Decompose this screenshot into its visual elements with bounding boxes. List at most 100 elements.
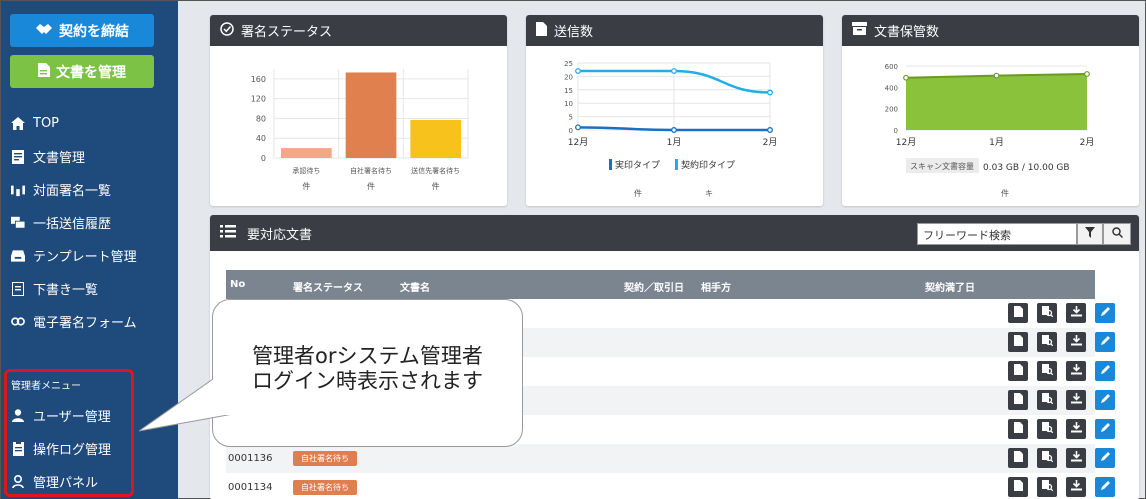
view-document-button[interactable] [1008,303,1028,323]
nav-item-bulk-send[interactable]: 一括送信履歴 [1,206,178,239]
preview-button[interactable] [1037,419,1057,439]
column-header: No [230,279,246,290]
legend-swatch [675,159,678,170]
main-nav: TOP 文書管理 対面署名一覧 一括送信履歴 テンプレート管理 下書き一覧 電子… [1,107,178,338]
sign-button[interactable] [1095,303,1115,323]
sign-button[interactable] [1095,477,1115,497]
sign-button[interactable] [1095,332,1115,352]
nav-item-template[interactable]: テンプレート管理 [1,239,178,272]
column-header: 契約／取引日 [624,283,684,294]
document-icon [1013,451,1023,465]
download-button[interactable] [1066,303,1086,323]
row-actions [1008,332,1115,352]
sent-count-card: 送信数 0 5 10 15 20 25 12月 1月 2月 実印タイプ 契約印タイプ件 キ [526,15,823,206]
card-title: 送信数 [554,25,594,40]
area-fill [906,74,1087,130]
x-tick-label: 送信先署名待ち [411,166,460,175]
nav-item-face-to-face[interactable]: 対面署名一覧 [1,173,178,206]
preview-button[interactable] [1037,332,1057,352]
preview-button[interactable] [1037,361,1057,381]
callout-line: 管理者orシステム管理者 [252,344,483,368]
contract-button[interactable]: 契約を締結 [10,14,154,47]
table-row[interactable]: 0001136 自社署名待ち [226,444,1115,473]
unit-label: 件 [302,181,310,191]
scan-label: スキャン文書容量 [910,161,974,171]
table-row[interactable]: 0001134 自社署名待ち [226,473,1115,499]
sent-count-chart: 0 5 10 15 20 25 12月 1月 2月実印タイプ 契約印タイプ件 キ [564,60,777,198]
nav-item-document-management[interactable]: 文書管理 [1,140,178,173]
legend-label: 実印タイプ [615,159,660,171]
callout-text: 管理者orシステム管理者 ログイン時表示されます [213,344,522,394]
document-icon [1013,364,1023,378]
row-actions [1008,390,1115,410]
pen-icon [1100,335,1111,349]
view-document-button[interactable] [1008,419,1028,439]
preview-button[interactable] [1037,390,1057,410]
nav-item-label: 下書き一覧 [33,283,99,298]
view-document-button[interactable] [1008,361,1028,381]
y-tick-label: 400 [885,84,898,92]
view-document-button[interactable] [1008,332,1028,352]
preview-button[interactable] [1037,448,1057,468]
nav-item-admin-panel[interactable]: 管理パネル [1,465,178,498]
preview-button[interactable] [1037,477,1057,497]
log-icon [11,441,25,456]
sign-button[interactable] [1095,448,1115,468]
contract-button-label: 契約を締結 [59,23,129,40]
download-icon [1070,393,1082,407]
data-point [671,68,677,74]
row-actions [1008,361,1115,381]
template-icon [11,249,25,263]
row-actions [1008,448,1115,468]
user-icon [11,409,25,423]
nav-item-label: ユーザー管理 [33,410,111,425]
document-icon [11,149,25,164]
nav-item-label: 一括送信履歴 [33,217,112,232]
preview-button[interactable] [1037,303,1057,323]
legend-label: 契約印タイプ [681,159,735,171]
view-document-button[interactable] [1008,390,1028,410]
pen-icon [1100,306,1111,320]
magnify-document-icon [1041,422,1053,436]
filter-button[interactable] [1077,223,1103,245]
sign-button[interactable] [1095,419,1115,439]
data-point [1084,71,1090,77]
row-number: 0001136 [228,453,273,464]
list-icon [220,224,236,242]
nav-item-label: TOP [33,116,60,131]
nav-item-signature-form[interactable]: 電子署名フォーム [1,305,178,338]
x-tick-label: 2月 [1080,137,1095,148]
download-button[interactable] [1066,361,1086,381]
x-tick-label: 12月 [896,137,916,148]
download-button[interactable] [1066,419,1086,439]
bar [281,148,332,158]
data-point [993,72,1000,79]
archive-icon [852,22,867,39]
callout-line: ログイン時表示されます [252,369,483,393]
unit-label: 件 [367,181,375,191]
row-actions [1008,477,1115,497]
search-input[interactable]: フリーワード検索 [917,223,1077,245]
search-button[interactable] [1103,223,1131,245]
download-button[interactable] [1066,390,1086,410]
sign-button[interactable] [1095,390,1115,410]
y-tick-label: 20 [564,73,573,81]
view-document-button[interactable] [1008,477,1028,497]
download-button[interactable] [1066,448,1086,468]
document-icon [1013,335,1023,349]
download-button[interactable] [1066,332,1086,352]
manage-documents-button[interactable]: 文書を管理 [10,55,154,88]
nav-item-top[interactable]: TOP [1,107,178,140]
view-document-button[interactable] [1008,448,1028,468]
data-point [903,74,909,81]
download-button[interactable] [1066,477,1086,497]
y-tick-label: 160 [251,75,266,84]
admin-notice-callout: 管理者orシステム管理者 ログイン時表示されます [212,299,523,447]
sign-button[interactable] [1095,361,1115,381]
draft-icon [11,281,25,296]
y-tick-label: 15 [564,87,573,95]
download-icon [1070,364,1082,378]
card-title: 文書保管数 [874,25,940,40]
nav-item-drafts[interactable]: 下書き一覧 [1,272,178,305]
callout-pointer [139,378,234,432]
